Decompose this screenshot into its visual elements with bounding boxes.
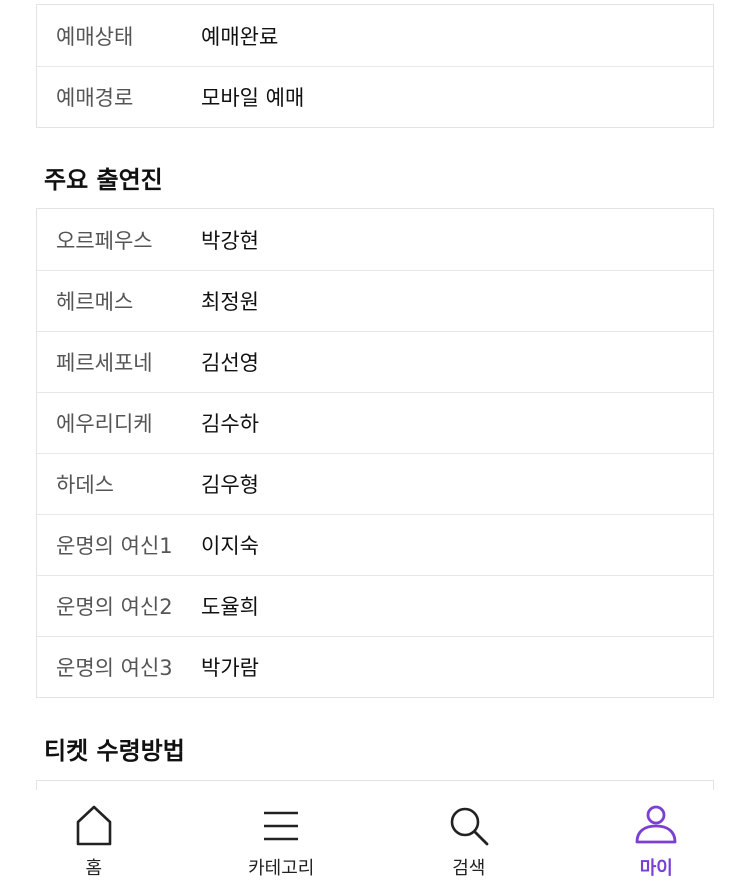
search-icon — [450, 807, 489, 846]
cast-actor: 김선영 — [201, 351, 259, 375]
cast-row: 운명의 여신3 박가람 — [37, 636, 713, 697]
cast-row: 오르페우스 박강현 — [37, 209, 713, 270]
cast-row: 운명의 여신2 도율희 — [37, 575, 713, 636]
cast-table: 오르페우스 박강현 헤르메스 최정원 페르세포네 김선영 에우리디케 김수하 하… — [36, 208, 714, 698]
detail-scroll-area[interactable]: 예매상태 예매완료 예매경로 모바일 예매 주요 출연진 오르페우스 박강현 헤… — [0, 0, 750, 790]
cast-actor: 박강현 — [201, 228, 259, 253]
info-row-booking-status: 예매상태 예매완료 — [37, 5, 713, 66]
cast-role: 페르세포네 — [56, 351, 153, 375]
cast-actor: 김수하 — [201, 412, 259, 436]
nav-search-label: 검색 — [452, 858, 486, 879]
nav-home-label: 홈 — [85, 858, 103, 879]
nav-home[interactable]: 홈 — [0, 790, 188, 883]
info-value: 예매완료 — [201, 24, 279, 49]
cast-row: 하데스 김우형 — [37, 453, 713, 514]
cast-row: 운명의 여신1 이지숙 — [37, 514, 713, 575]
nav-search[interactable]: 검색 — [375, 790, 563, 883]
cast-role: 운명의 여신1 — [56, 534, 173, 558]
cast-actor: 최정원 — [201, 290, 259, 314]
info-label: 예매경로 — [56, 86, 134, 110]
nav-my-label: 마이 — [639, 858, 673, 879]
cast-section-title: 주요 출연진 — [44, 166, 163, 194]
nav-category-label: 카테고리 — [248, 858, 315, 879]
menu-icon — [264, 811, 299, 841]
bottom-nav: 홈 카테고리 검색 마이 — [0, 790, 750, 883]
booking-info-table: 예매상태 예매완료 예매경로 모바일 예매 — [36, 4, 714, 128]
cast-role: 헤르메스 — [56, 290, 134, 314]
cast-row: 페르세포네 김선영 — [37, 331, 713, 392]
cast-role: 오르페우스 — [56, 228, 153, 253]
info-label: 예매상태 — [56, 24, 134, 49]
cast-role: 운명의 여신2 — [56, 595, 173, 619]
nav-category[interactable]: 카테고리 — [188, 790, 376, 883]
cast-row: 헤르메스 최정원 — [37, 270, 713, 331]
cast-role: 운명의 여신3 — [56, 656, 173, 680]
ticket-table — [36, 780, 714, 790]
user-icon — [635, 805, 677, 844]
cast-row: 에우리디케 김수하 — [37, 392, 713, 453]
cast-actor: 박가람 — [201, 656, 259, 680]
info-row-booking-channel: 예매경로 모바일 예매 — [37, 66, 713, 127]
cast-actor: 김우형 — [201, 473, 259, 497]
info-value: 모바일 예매 — [201, 86, 305, 110]
cast-role: 하데스 — [56, 473, 114, 497]
nav-my[interactable]: 마이 — [563, 790, 750, 883]
ticket-section-title: 티켓 수령방법 — [44, 737, 185, 765]
cast-role: 에우리디케 — [56, 412, 153, 436]
cast-actor: 도율희 — [201, 595, 259, 619]
cast-actor: 이지숙 — [201, 534, 259, 558]
home-icon — [76, 805, 112, 846]
